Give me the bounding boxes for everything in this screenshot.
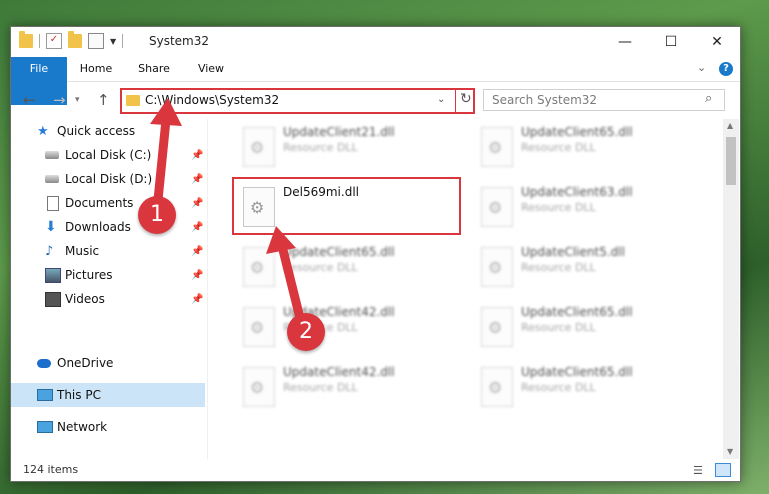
annotation-arrows	[150, 98, 305, 323]
arrow-2	[266, 226, 305, 323]
step-1-badge: 1	[138, 196, 176, 234]
step-2-badge: 2	[287, 313, 325, 351]
arrow-1	[150, 98, 182, 205]
